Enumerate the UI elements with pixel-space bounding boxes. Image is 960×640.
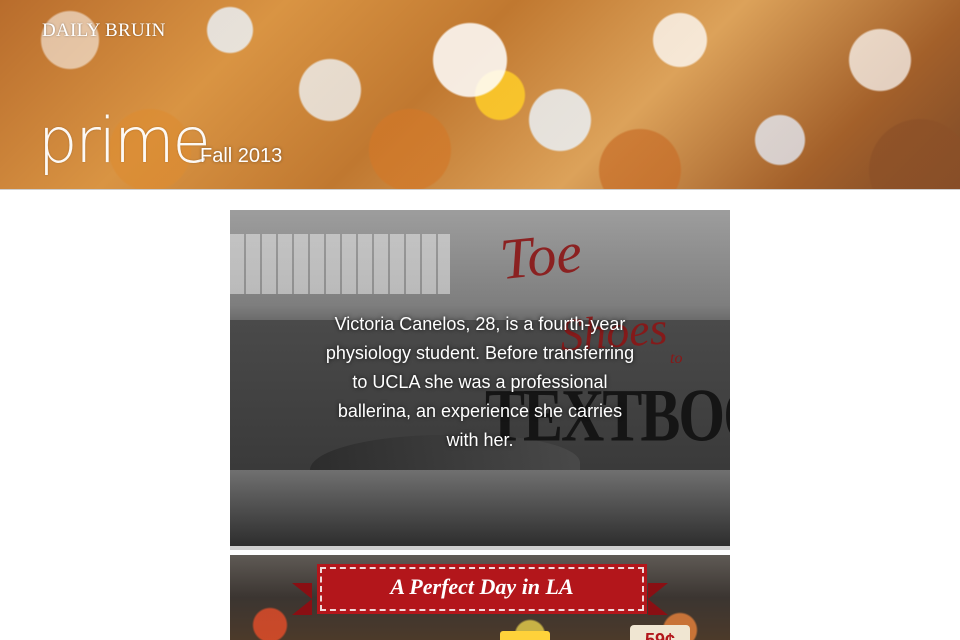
- story-card-toe-shoes-to-textbooks[interactable]: Toe Shoes to TEXTBOOKS Victoria Canelos,…: [230, 210, 730, 550]
- story-title-script-toe: Toe: [496, 218, 585, 293]
- story-caption: Victoria Canelos, 28, is a fourth-year p…: [325, 314, 635, 450]
- lecture-desk-background: [230, 470, 730, 550]
- daily-bruin-logo-link[interactable]: DAILY BRUIN: [42, 20, 166, 42]
- banner-ribbon-left: [292, 583, 312, 615]
- market-sign: [500, 631, 550, 640]
- issue-label: Fall 2013: [200, 145, 283, 167]
- banner-ribbon-right: [648, 583, 668, 615]
- price-sign: 59¢: [630, 625, 690, 640]
- header-banner: DAILY BRUIN prime Fall 2013: [0, 0, 960, 190]
- story-title-to: to: [670, 350, 683, 367]
- story-title: A Perfect Day in LA: [390, 574, 574, 599]
- story-card-perfect-day-in-la[interactable]: 59¢ A Perfect Day in LA: [230, 555, 730, 640]
- periodic-table-poster: [230, 234, 450, 294]
- card-divider: [230, 546, 730, 550]
- prime-logo-link[interactable]: prime: [38, 110, 211, 172]
- story-title-banner: A Perfect Day in LA: [320, 567, 644, 611]
